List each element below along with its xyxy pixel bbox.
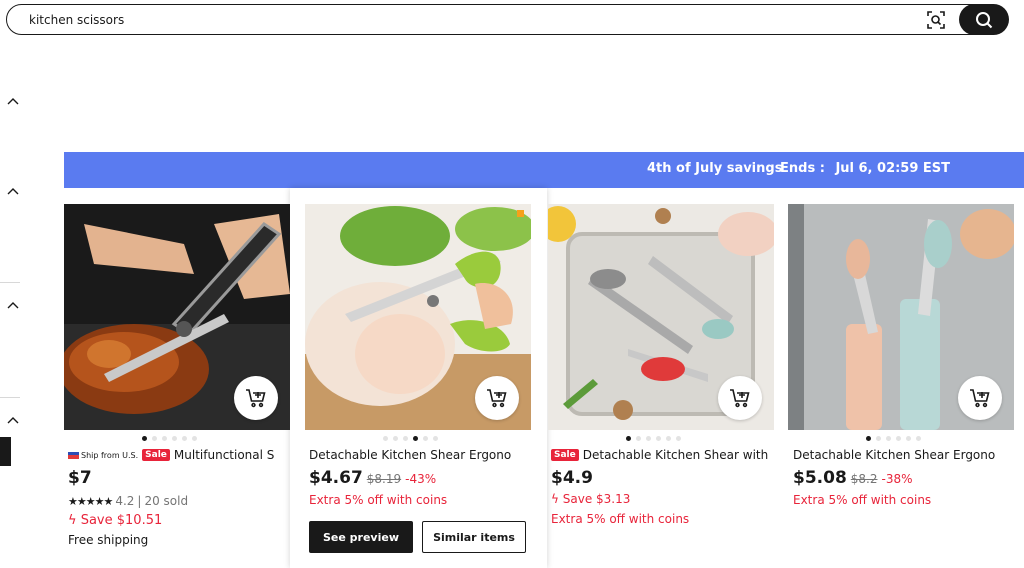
- product-price: $4.67: [309, 468, 363, 488]
- add-to-cart-button[interactable]: [234, 376, 278, 420]
- coins-offer: Extra 5% off with coins: [309, 493, 448, 507]
- rating-separator: |: [137, 494, 142, 508]
- product-title[interactable]: Detachable Kitchen Shear with: [583, 448, 768, 462]
- save-amount: ϟ Save $3.13: [551, 492, 630, 506]
- carousel-dot[interactable]: [626, 436, 631, 441]
- rating-value: 4.2: [115, 494, 135, 508]
- image-carousel-dots[interactable]: [626, 436, 681, 442]
- discount-percent: -38%: [881, 472, 913, 486]
- product-card[interactable]: Ship from U.S. Sale Multifunctional S $7…: [64, 204, 290, 554]
- sale-badge: Sale: [142, 449, 170, 461]
- filter-collapse-chevron-2[interactable]: [6, 186, 20, 196]
- product-card[interactable]: Detachable Kitchen Shear Ergono $5.08 $8…: [788, 204, 1014, 507]
- add-to-cart-icon: [730, 389, 750, 408]
- product-title[interactable]: Multifunctional S: [174, 448, 274, 462]
- filter-collapse-chevron-3[interactable]: [6, 300, 20, 310]
- similar-items-button[interactable]: Similar items: [422, 521, 526, 553]
- product-title-line[interactable]: Ship from U.S. Sale Multifunctional S: [68, 446, 290, 464]
- banner-countdown: Ends : Jul 6, 02:59 EST: [780, 161, 950, 176]
- search-input[interactable]: [29, 11, 889, 29]
- sidebar-divider: [0, 397, 20, 398]
- search-bar: [6, 4, 1009, 35]
- carousel-dot[interactable]: [646, 436, 651, 441]
- banner-ends-label: Ends :: [780, 161, 825, 176]
- save-amount: ϟ Save $10.51: [68, 513, 162, 528]
- carousel-dot[interactable]: [423, 436, 428, 441]
- save-text: Save $3.13: [562, 492, 631, 506]
- sale-badge: Sale: [551, 449, 579, 461]
- original-price: $8.19: [366, 472, 402, 486]
- sold-count: 20 sold: [144, 494, 189, 508]
- carousel-dot[interactable]: [172, 436, 177, 441]
- us-flag-icon: [68, 451, 79, 459]
- banner-ends-time: Jul 6, 02:59 EST: [835, 161, 951, 176]
- ship-from-badge: Ship from U.S.: [68, 451, 138, 460]
- product-price: $4.9: [551, 468, 593, 488]
- search-button[interactable]: [959, 4, 1009, 35]
- product-title-line[interactable]: Detachable Kitchen Shear Ergono: [793, 446, 1014, 464]
- carousel-dot[interactable]: [666, 436, 671, 441]
- carousel-dot[interactable]: [162, 436, 167, 441]
- sidebar-divider: [0, 282, 20, 283]
- add-to-cart-icon: [970, 389, 990, 408]
- promo-banner[interactable]: 4th of July savings Ends : Jul 6, 02:59 …: [64, 152, 1024, 188]
- original-price: $8.2: [850, 472, 878, 486]
- product-title-line[interactable]: Sale Detachable Kitchen Shear with: [551, 446, 774, 464]
- carousel-dot[interactable]: [383, 436, 388, 441]
- carousel-dot[interactable]: [142, 436, 147, 441]
- image-carousel-dots[interactable]: [866, 436, 921, 442]
- filter-collapse-chevron-4[interactable]: [6, 415, 20, 425]
- rating-row: ★★★★★ 4.2 | 20 sold: [68, 494, 188, 508]
- price-row: $4.67 $8.19 -43%: [309, 468, 436, 488]
- image-carousel-dots[interactable]: [383, 436, 438, 442]
- carousel-dot[interactable]: [192, 436, 197, 441]
- carousel-dot[interactable]: [636, 436, 641, 441]
- shipping-info: Free shipping: [68, 533, 149, 547]
- carousel-dot[interactable]: [403, 436, 408, 441]
- carousel-dot[interactable]: [866, 436, 871, 441]
- save-text: Save $10.51: [80, 513, 163, 528]
- carousel-dot[interactable]: [393, 436, 398, 441]
- product-card[interactable]: Sale Detachable Kitchen Shear with $4.9 …: [548, 204, 774, 534]
- product-price: $5.08: [793, 468, 847, 488]
- price-row: $4.9: [551, 468, 593, 488]
- carousel-dot[interactable]: [656, 436, 661, 441]
- carousel-dot[interactable]: [152, 436, 157, 441]
- search-icon: [976, 12, 993, 29]
- discount-percent: -43%: [405, 472, 437, 486]
- add-to-cart-button[interactable]: [958, 376, 1002, 420]
- filter-collapse-chevron-1[interactable]: [6, 96, 20, 106]
- carousel-dot[interactable]: [896, 436, 901, 441]
- carousel-dot[interactable]: [886, 436, 891, 441]
- carousel-dot[interactable]: [916, 436, 921, 441]
- image-search-icon[interactable]: [927, 11, 945, 29]
- price-row: $5.08 $8.2 -38%: [793, 468, 913, 488]
- price-row: $7: [68, 468, 92, 488]
- image-carousel-dots[interactable]: [142, 436, 197, 442]
- product-card[interactable]: Detachable Kitchen Shear Ergono $4.67 $8…: [305, 204, 531, 507]
- see-preview-button[interactable]: See preview: [309, 521, 413, 553]
- sidebar-selected-marker[interactable]: [0, 437, 11, 466]
- lightning-icon: ϟ: [551, 492, 559, 506]
- carousel-dot[interactable]: [182, 436, 187, 441]
- ship-from-text: Ship from U.S.: [81, 450, 139, 460]
- banner-promo-text: 4th of July savings: [647, 161, 783, 176]
- carousel-dot[interactable]: [433, 436, 438, 441]
- carousel-dot[interactable]: [413, 436, 418, 441]
- add-to-cart-button[interactable]: [718, 376, 762, 420]
- product-title[interactable]: Detachable Kitchen Shear Ergono: [309, 448, 511, 462]
- product-title[interactable]: Detachable Kitchen Shear Ergono: [793, 448, 995, 462]
- carousel-dot[interactable]: [906, 436, 911, 441]
- add-to-cart-icon: [246, 389, 266, 408]
- lightning-icon: ϟ: [68, 513, 77, 528]
- carousel-dot[interactable]: [676, 436, 681, 441]
- add-to-cart-icon: [487, 389, 507, 408]
- product-price: $7: [68, 468, 92, 488]
- product-title-line[interactable]: Detachable Kitchen Shear Ergono: [309, 446, 531, 464]
- coins-offer: Extra 5% off with coins: [551, 512, 690, 526]
- carousel-dot[interactable]: [876, 436, 881, 441]
- add-to-cart-button[interactable]: [475, 376, 519, 420]
- coins-offer: Extra 5% off with coins: [793, 493, 932, 507]
- star-rating-icon: ★★★★★: [68, 494, 113, 508]
